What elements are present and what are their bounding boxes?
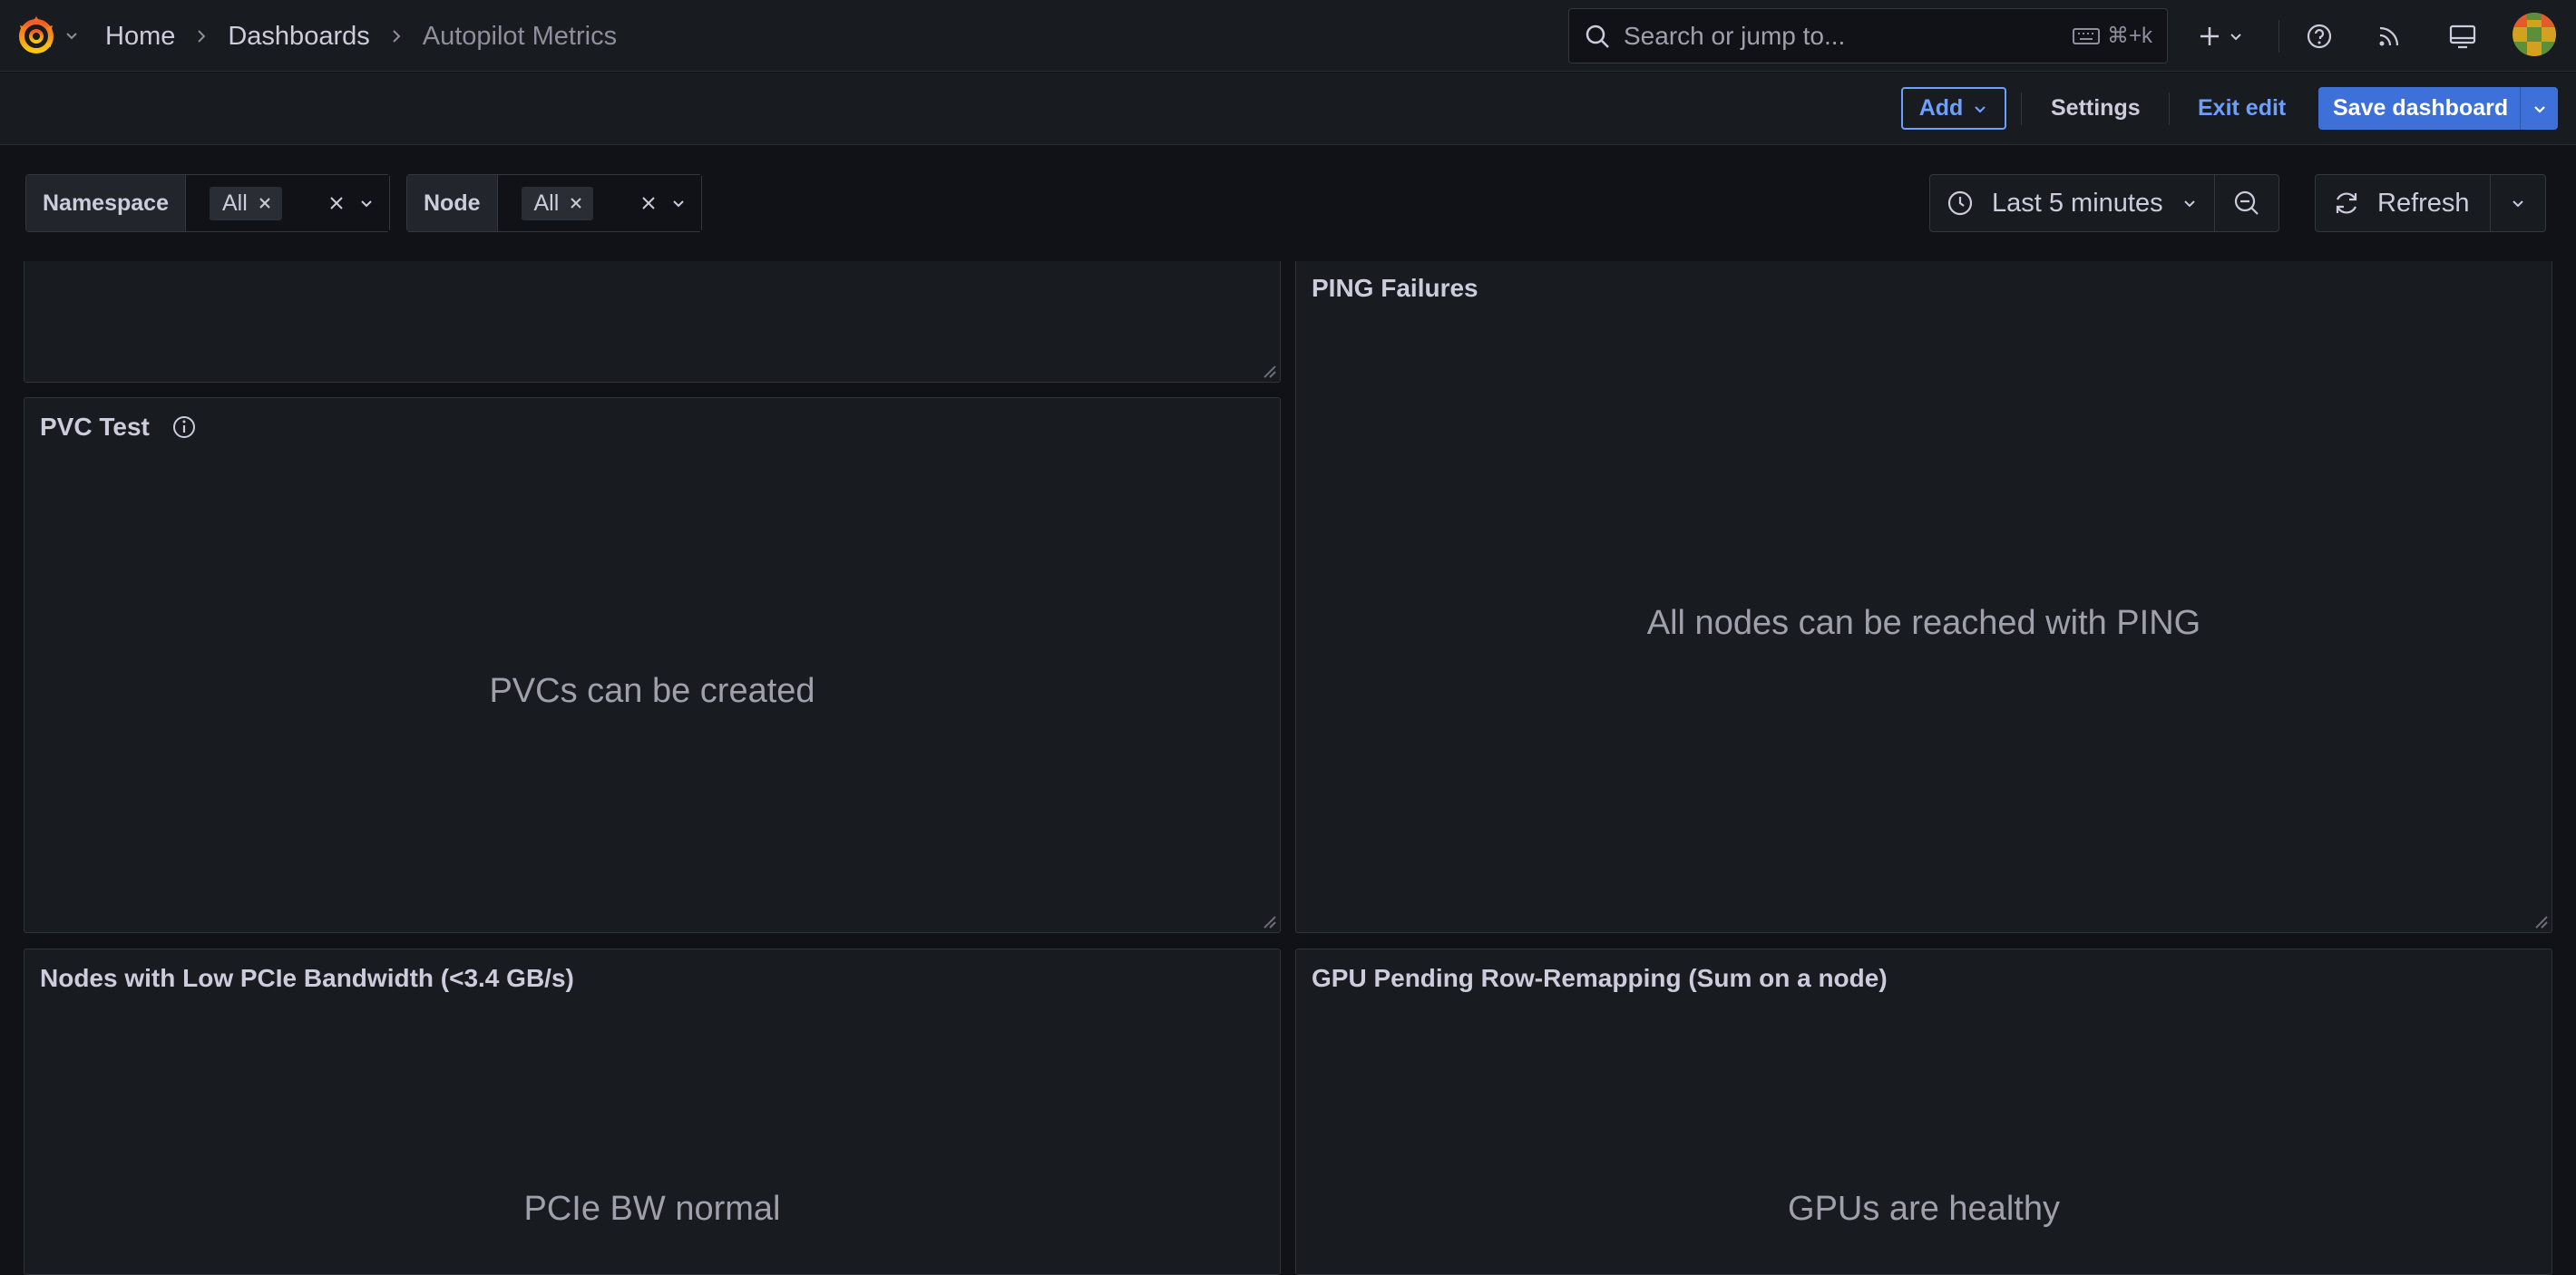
panel-title-text: GPU Pending Row-Remapping (Sum on a node… bbox=[1312, 964, 1888, 992]
kiosk-mode-button[interactable] bbox=[2443, 16, 2483, 56]
clock-icon bbox=[1947, 190, 1973, 216]
add-button[interactable]: Add bbox=[1901, 87, 2006, 130]
search-input[interactable]: Search or jump to... ⌘+k bbox=[1568, 8, 2168, 63]
time-range-picker[interactable]: Last 5 minutes bbox=[1930, 175, 2215, 231]
panel-title: PING Failures bbox=[1312, 274, 1478, 303]
rss-icon bbox=[2379, 26, 2399, 46]
chevron-down-icon bbox=[1975, 105, 1986, 113]
home-menu-button[interactable] bbox=[15, 13, 80, 58]
select-actions bbox=[639, 194, 687, 212]
plus-icon bbox=[2200, 27, 2219, 45]
select-actions bbox=[327, 194, 375, 212]
panel-pvc-test[interactable]: PVC Test PVCs can be created bbox=[24, 397, 1281, 933]
avatar[interactable] bbox=[2513, 13, 2556, 56]
panel-message: PVCs can be created bbox=[489, 672, 815, 710]
zoom-out-button[interactable] bbox=[2215, 175, 2278, 231]
divider bbox=[2278, 20, 2279, 53]
search-shortcut: ⌘+k bbox=[2072, 23, 2152, 49]
node-select[interactable]: All bbox=[497, 175, 701, 231]
add-label: Add bbox=[1918, 95, 1964, 121]
panel-title-text: PING Failures bbox=[1312, 274, 1478, 302]
panel-message: All nodes can be reached with PING bbox=[1646, 604, 2201, 642]
close-icon[interactable] bbox=[639, 194, 658, 212]
refresh-controls: Refresh bbox=[2315, 174, 2546, 232]
panel-gpu-row-remapping[interactable]: GPU Pending Row-Remapping (Sum on a node… bbox=[1295, 949, 2552, 1275]
chevron-down-icon[interactable] bbox=[670, 195, 687, 211]
close-icon[interactable] bbox=[568, 195, 584, 211]
panel-title: GPU Pending Row-Remapping (Sum on a node… bbox=[1312, 964, 1888, 993]
chevron-down-icon bbox=[2512, 200, 2523, 208]
chevron-right-icon bbox=[198, 30, 206, 43]
new-button[interactable] bbox=[2191, 16, 2249, 56]
refresh-label: Refresh bbox=[2377, 188, 2470, 218]
chevron-down-icon bbox=[2230, 34, 2241, 41]
panel-message: PCIe BW normal bbox=[523, 1190, 781, 1228]
variable-label: Namespace bbox=[26, 175, 186, 231]
kiosk-icon bbox=[2449, 24, 2476, 49]
settings-button[interactable]: Settings bbox=[2051, 87, 2141, 130]
grafana-logo-icon bbox=[19, 16, 54, 54]
time-range-controls: Last 5 minutes bbox=[1929, 174, 2279, 232]
resize-handle-icon[interactable] bbox=[1259, 911, 1277, 929]
variable-node: Node All bbox=[406, 174, 702, 232]
chevron-right-icon bbox=[393, 30, 401, 43]
variable-namespace: Namespace All bbox=[25, 174, 390, 232]
close-icon[interactable] bbox=[327, 194, 346, 212]
panel-message: GPUs are healthy bbox=[1788, 1190, 2060, 1228]
chevron-down-icon[interactable] bbox=[358, 195, 375, 211]
namespace-select[interactable]: All bbox=[185, 175, 389, 231]
refresh-icon bbox=[2336, 192, 2357, 214]
breadcrumb: Home Dashboards Autopilot Metrics bbox=[105, 18, 617, 54]
panel-title: PVC Test bbox=[40, 413, 197, 442]
zoom-out-icon bbox=[2234, 190, 2259, 215]
chevron-down-icon bbox=[2183, 200, 2195, 208]
selected-chip: All bbox=[209, 186, 282, 220]
save-dashboard-button[interactable]: Save dashboard bbox=[2318, 87, 2558, 130]
search-placeholder: Search or jump to... bbox=[1624, 21, 1846, 50]
panel-ping-failures[interactable]: PING Failures All nodes can be reached w… bbox=[1295, 261, 2552, 933]
resize-handle-icon[interactable] bbox=[2531, 911, 2549, 929]
chevron-down-icon bbox=[66, 33, 77, 40]
save-options-button[interactable] bbox=[2521, 101, 2558, 117]
search-icon bbox=[1586, 24, 1609, 48]
keyboard-icon bbox=[2072, 27, 2100, 44]
user-avatar-icon bbox=[2513, 13, 2556, 56]
panel-title: Nodes with Low PCIe Bandwidth (<3.4 GB/s… bbox=[40, 964, 574, 993]
help-button[interactable] bbox=[2299, 16, 2339, 56]
panel-title-text: Nodes with Low PCIe Bandwidth (<3.4 GB/s… bbox=[40, 964, 574, 992]
dashboard-edit-toolbar bbox=[0, 73, 2576, 145]
breadcrumb-current: Autopilot Metrics bbox=[422, 21, 618, 51]
chip-label: All bbox=[533, 190, 560, 216]
refresh-button[interactable]: Refresh bbox=[2316, 175, 2491, 231]
breadcrumb-dashboards[interactable]: Dashboards bbox=[228, 22, 369, 52]
refresh-interval-button[interactable] bbox=[2491, 175, 2545, 231]
panel-title-text: PVC Test bbox=[40, 413, 150, 441]
exit-edit-button[interactable]: Exit edit bbox=[2198, 87, 2286, 130]
time-range-label: Last 5 minutes bbox=[1992, 188, 2163, 218]
close-icon[interactable] bbox=[257, 195, 273, 211]
divider bbox=[2169, 92, 2170, 125]
save-dashboard-label: Save dashboard bbox=[2333, 95, 2509, 121]
variable-label: Node bbox=[407, 175, 498, 231]
news-button[interactable] bbox=[2369, 16, 2409, 56]
resize-handle-icon[interactable] bbox=[1259, 361, 1277, 379]
search-shortcut-keys: ⌘+k bbox=[2106, 24, 2152, 48]
selected-chip: All bbox=[521, 186, 594, 220]
divider bbox=[2021, 92, 2022, 125]
help-icon bbox=[2307, 24, 2332, 49]
breadcrumb-home[interactable]: Home bbox=[105, 22, 175, 52]
info-icon[interactable] bbox=[171, 414, 197, 440]
panel-cutoff[interactable] bbox=[24, 261, 1281, 383]
chip-label: All bbox=[221, 190, 248, 216]
panel-low-pcie-bandwidth[interactable]: Nodes with Low PCIe Bandwidth (<3.4 GB/s… bbox=[24, 949, 1281, 1275]
chevron-down-icon bbox=[2533, 105, 2545, 113]
